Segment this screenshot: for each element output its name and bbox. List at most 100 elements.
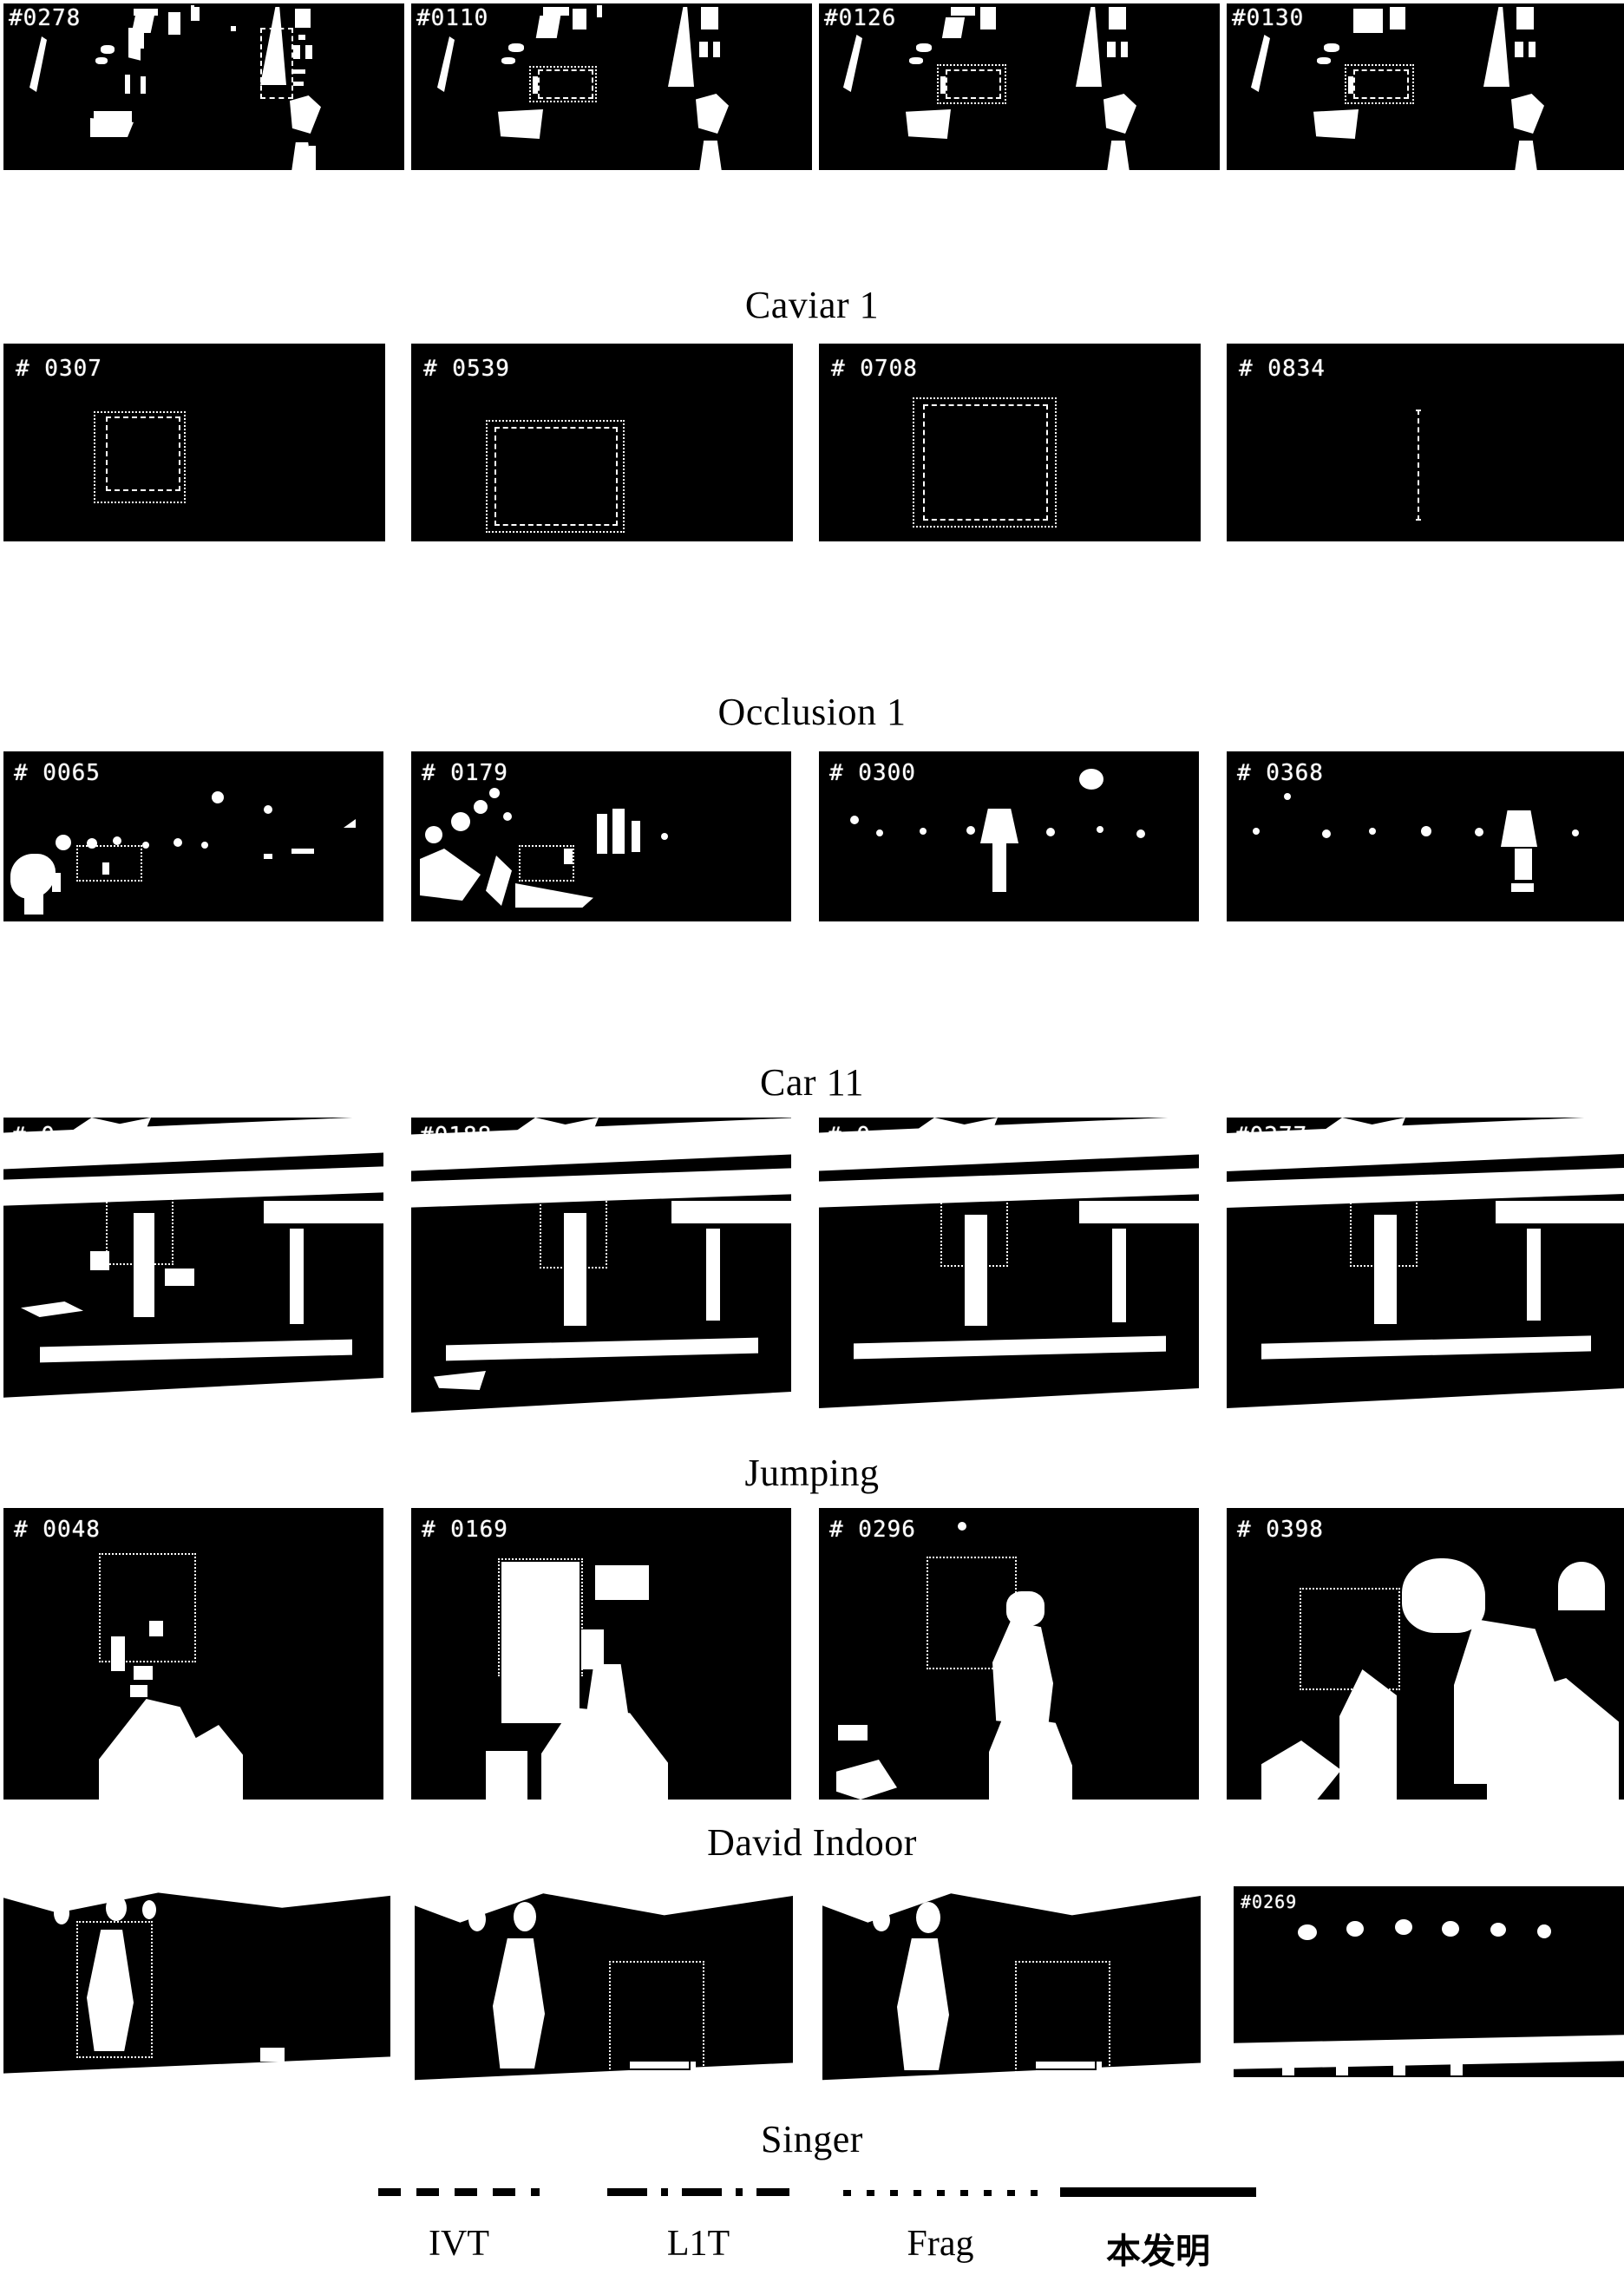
legend-label-frag: Frag	[907, 2224, 974, 2264]
scene-image	[1227, 1508, 1624, 1800]
legend-label-ivt: IVT	[429, 2224, 489, 2264]
panel-jumping-3[interactable]: # 0	[819, 1118, 1199, 1444]
track-box-frag	[609, 1961, 704, 2079]
panel-occlusion1-4[interactable]: # 0834	[1227, 344, 1624, 541]
panel-david-3[interactable]: # 0296	[819, 1508, 1199, 1800]
scene-image	[415, 1878, 793, 2110]
frame-number: # 0708	[831, 356, 918, 382]
frame-number: #0126	[824, 5, 897, 31]
row-caption-davidindoor: David Indoor	[707, 1821, 917, 1864]
legend-label-row: IVT L1T Frag 本发明	[0, 2223, 1624, 2275]
track-box-frag	[498, 1558, 583, 1676]
frame-number: #0188	[420, 1123, 493, 1149]
panel-singer-3[interactable]: #0103	[822, 1878, 1201, 2110]
panel-david-4[interactable]: # 0398	[1227, 1508, 1624, 1800]
frame-number: #0269	[1241, 1891, 1298, 1912]
legend-swatch-l1t	[607, 2188, 789, 2196]
row-caption-jumping: Jumping	[744, 1452, 880, 1494]
frame-number: #0091	[422, 1886, 479, 1907]
figure-root: #0278 #0110 #0126 #0130 Caviar 1 # 0307 …	[0, 0, 1624, 2272]
scene-image	[1227, 1118, 1624, 1444]
row-caption-caviar1: Caviar 1	[744, 284, 880, 326]
track-box-frag	[1345, 64, 1414, 104]
panel-occlusion1-2[interactable]: # 0539	[411, 344, 793, 541]
frame-number: #0130	[1232, 5, 1305, 31]
track-box-frag	[940, 1192, 1008, 1267]
panel-car11-2[interactable]: # 0179	[411, 751, 791, 921]
scene-image	[822, 1878, 1201, 2110]
frame-number: # 0307	[16, 356, 102, 382]
frame-number: # 0300	[829, 760, 916, 786]
track-box-ivt	[260, 28, 293, 99]
row-jumping: # 0 #0188 # 0 #0277	[0, 1118, 1624, 1447]
frame-number: # 0368	[1237, 760, 1324, 786]
panel-caviar1-1[interactable]: #0278	[3, 3, 404, 170]
track-box-frag	[519, 845, 574, 882]
track-box-ivt	[106, 416, 180, 491]
legend-label-ours: 本发明	[1106, 2232, 1210, 2272]
panel-jumping-1[interactable]: # 0	[3, 1118, 383, 1444]
row-caption-car11: Car 11	[760, 1061, 864, 1104]
frame-number: #0110	[416, 5, 489, 31]
track-box-ivt	[1418, 410, 1419, 521]
panel-occlusion1-3[interactable]: # 0708	[819, 344, 1201, 541]
panel-occlusion1-1[interactable]: # 0307	[3, 344, 385, 541]
frame-number: # 0296	[829, 1517, 916, 1543]
panel-caviar1-4[interactable]: #0130	[1227, 3, 1624, 170]
row-caption-singer: Singer	[761, 2118, 863, 2160]
panel-singer-2[interactable]: #0091	[415, 1878, 793, 2110]
frame-number: #0071	[10, 1883, 68, 1904]
panel-david-2[interactable]: # 0169	[411, 1508, 791, 1800]
panel-caviar1-3[interactable]: #0126	[819, 3, 1220, 170]
panel-david-1[interactable]: # 0048	[3, 1508, 383, 1800]
frame-number: # 0048	[14, 1517, 101, 1543]
track-box-frag	[1300, 1588, 1400, 1690]
frame-number: # 0834	[1239, 356, 1326, 382]
row-singer: #0071 #0091 #0103 #0269	[0, 1878, 1624, 2127]
row-caviar1: #0278 #0110 #0126 #0130	[0, 3, 1624, 174]
frame-number: #0103	[829, 1886, 887, 1907]
scene-image	[3, 1118, 383, 1444]
panel-singer-1[interactable]: #0071	[3, 1878, 390, 2101]
track-box-ivt	[494, 427, 618, 526]
panel-jumping-4[interactable]: #0277	[1227, 1118, 1624, 1444]
frame-number: # 0	[828, 1123, 871, 1149]
row-occlusion1: # 0307 # 0539 # 0708 # 0834	[0, 344, 1624, 545]
panel-car11-4[interactable]: # 0368	[1227, 751, 1624, 921]
legend-swatch-ours	[1060, 2187, 1256, 2197]
frame-number: #0278	[9, 5, 82, 31]
track-box-frag	[540, 1194, 607, 1269]
row-car11: # 0065 # 0179 # 0300 # 0368	[0, 751, 1624, 925]
track-box-frag	[76, 845, 142, 882]
scene-image	[3, 1878, 390, 2101]
frame-number: # 0065	[14, 760, 101, 786]
frame-number: # 0169	[422, 1517, 508, 1543]
panel-caviar1-2[interactable]: #0110	[411, 3, 812, 170]
panel-jumping-2[interactable]: #0188	[411, 1118, 791, 1444]
scene-image	[411, 1508, 791, 1800]
track-box-frag	[99, 1553, 196, 1662]
panel-singer-4[interactable]: #0269	[1234, 1886, 1624, 2101]
frame-number: # 0179	[422, 760, 508, 786]
frame-number: # 0398	[1237, 1517, 1324, 1543]
track-box-ivt	[923, 404, 1048, 521]
legend-swatch-frag	[843, 2190, 1038, 2196]
panel-car11-1[interactable]: # 0065	[3, 751, 383, 921]
frame-number: #0277	[1235, 1123, 1308, 1149]
panel-car11-3[interactable]: # 0300	[819, 751, 1199, 921]
track-box-frag	[1015, 1961, 1110, 2079]
track-box-frag	[76, 1921, 153, 2058]
legend-line-swatches	[0, 2178, 1624, 2209]
track-box-frag	[927, 1557, 1017, 1669]
row-caption-occlusion1: Occlusion 1	[717, 691, 907, 733]
legend-swatch-ivt	[378, 2188, 540, 2196]
scene-image	[411, 1118, 791, 1444]
legend: IVT L1T Frag 本发明	[0, 2178, 1624, 2275]
frame-number: # 0539	[423, 356, 510, 382]
frame-number: # 0	[12, 1123, 56, 1149]
legend-label-l1t: L1T	[666, 2224, 730, 2264]
row-davidindoor: # 0048 # 0169 # 0296 # 0398	[0, 1508, 1624, 1803]
track-box-frag	[937, 64, 1006, 104]
track-box-frag	[529, 66, 597, 102]
scene-image	[1234, 1886, 1624, 2101]
